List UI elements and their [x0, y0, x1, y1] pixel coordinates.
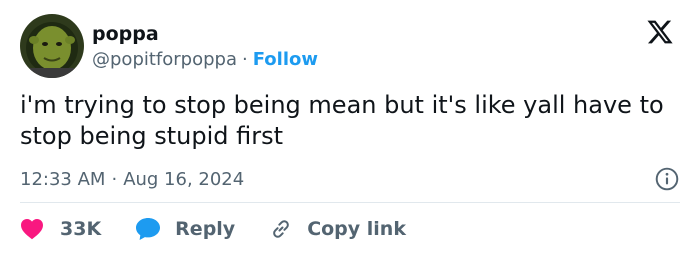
tweet-card: poppa @popitforpoppa · Follow i'm trying t…: [0, 0, 700, 256]
timestamp-separator: ·: [111, 169, 118, 190]
reply-button[interactable]: Reply: [135, 217, 235, 241]
speech-bubble-icon: [136, 218, 161, 240]
author-handle-row: @popitforpoppa · Follow: [92, 48, 318, 72]
tweet-text: i'm trying to stop being mean but it's l…: [20, 91, 664, 150]
author-display-name[interactable]: poppa: [92, 22, 159, 46]
reply-label: Reply: [175, 218, 236, 240]
link-icon: [273, 220, 290, 238]
tweet-date: Aug 16, 2024: [123, 169, 245, 190]
heart-icon: [21, 219, 43, 240]
divider: [20, 202, 680, 203]
tweet-time: 12:33 AM: [20, 169, 106, 190]
like-button[interactable]: 33K: [20, 218, 101, 240]
tweet-timestamp[interactable]: 12:33 AM · Aug 16, 2024: [20, 168, 244, 192]
info-icon[interactable]: [654, 166, 680, 192]
copy-link-label: Copy link: [307, 218, 406, 240]
x-logo-icon[interactable]: [646, 18, 674, 46]
copy-link-button[interactable]: Copy link: [269, 217, 406, 241]
avatar[interactable]: [20, 14, 84, 78]
follow-button[interactable]: Follow: [253, 49, 318, 70]
author-handle[interactable]: @popitforpoppa: [92, 49, 237, 70]
likes-count: 33K: [60, 218, 102, 240]
handle-separator: ·: [242, 49, 248, 70]
tweet-actions: 33K Reply Copy link: [20, 214, 440, 244]
